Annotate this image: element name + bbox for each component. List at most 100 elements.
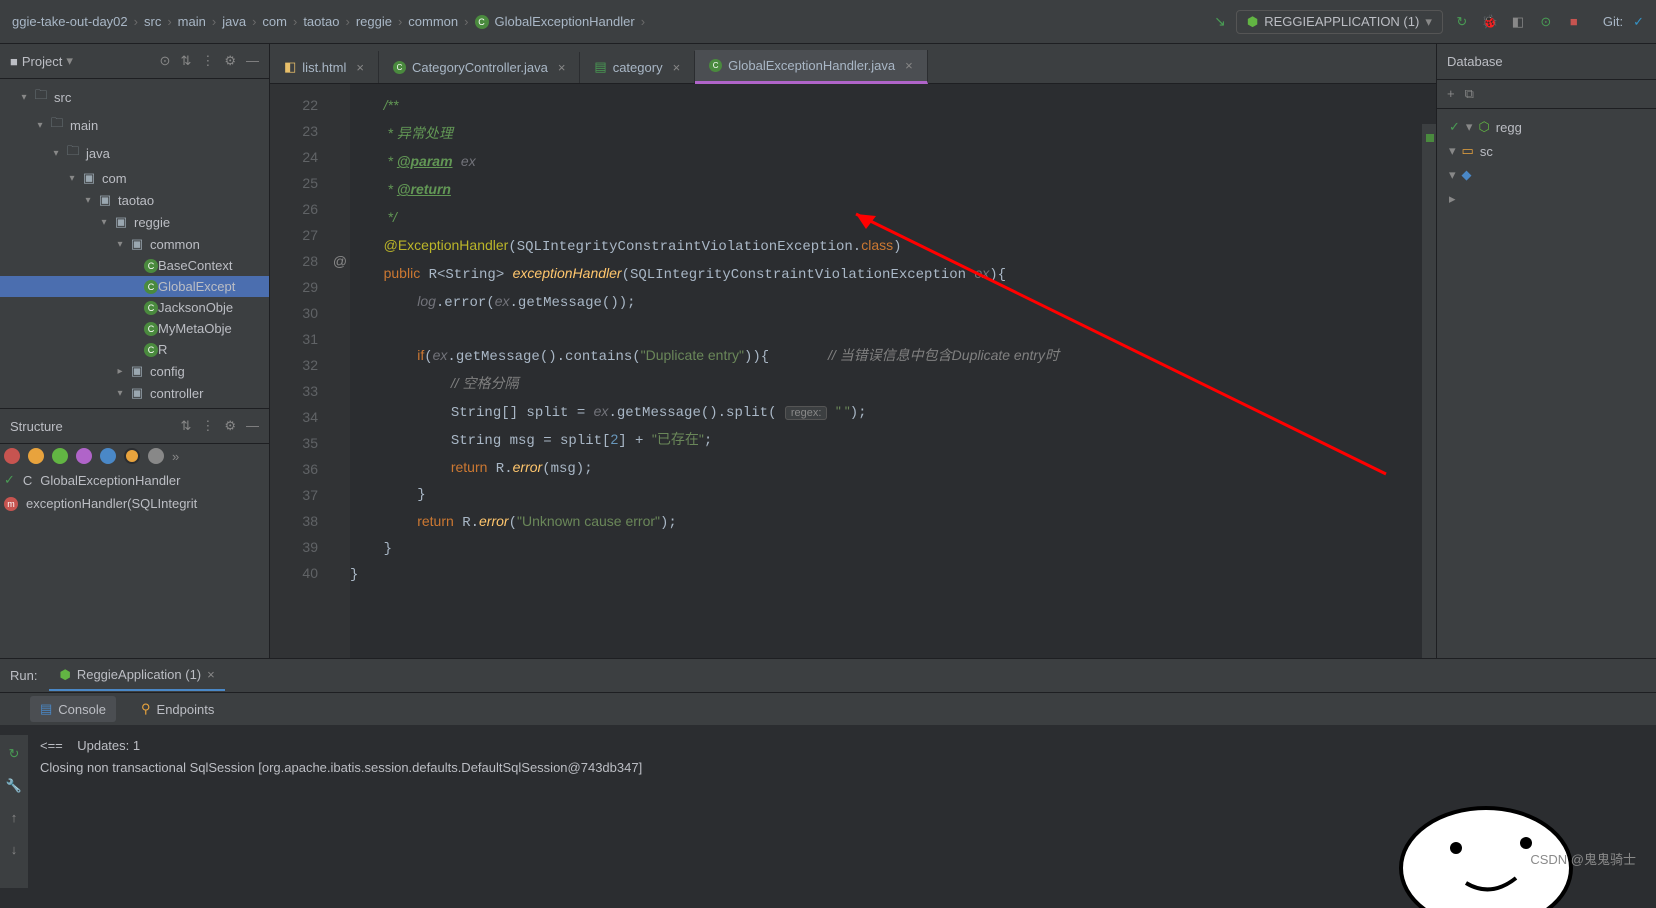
run-icon[interactable]: ↻ bbox=[1453, 13, 1471, 31]
project-tree[interactable]: ▾🗀src▾🗀main▾🗀java▾▣com▾▣taotao▾▣reggie▾▣… bbox=[0, 79, 269, 408]
up-icon[interactable]: ↑ bbox=[11, 807, 18, 829]
breadcrumb-com[interactable]: com bbox=[262, 14, 287, 29]
java-icon: C bbox=[709, 59, 722, 72]
fields-icon[interactable] bbox=[52, 448, 68, 464]
code-content[interactable]: /** * 异常处理 * @param ex * @return */ @Exc… bbox=[350, 84, 1436, 658]
structure-toolbar[interactable]: » bbox=[0, 444, 269, 468]
tree-item-basecontext[interactable]: C BaseContext bbox=[0, 255, 269, 276]
tab-category[interactable]: ▤category× bbox=[580, 51, 695, 83]
project-panel-header: ■ Project ▾ ⊙ ⇅ ⋮ ⚙ — bbox=[0, 44, 269, 79]
class-icon: C bbox=[144, 343, 158, 357]
close-icon[interactable]: × bbox=[905, 58, 913, 73]
anon-icon[interactable] bbox=[100, 448, 116, 464]
expand-all-icon[interactable]: ⇅ bbox=[180, 53, 191, 69]
tree-item-jacksonobje[interactable]: C JacksonObje bbox=[0, 297, 269, 318]
db-collapsed2[interactable]: ▸ bbox=[1443, 187, 1650, 211]
tree-item-com[interactable]: ▾▣com bbox=[0, 167, 269, 189]
package-icon: ▣ bbox=[80, 170, 98, 186]
tree-item-reggie[interactable]: ▾▣reggie bbox=[0, 211, 269, 233]
tab-CategoryController.java[interactable]: CCategoryController.java× bbox=[379, 52, 580, 83]
db-schema[interactable]: ▾▭sc bbox=[1443, 139, 1650, 163]
close-icon[interactable]: × bbox=[558, 60, 566, 75]
structure-class[interactable]: ✓ C GlobalExceptionHandler bbox=[0, 468, 269, 492]
tree-item-taotao[interactable]: ▾▣taotao bbox=[0, 189, 269, 211]
more-icon[interactable] bbox=[148, 448, 164, 464]
breadcrumb-main[interactable]: main bbox=[178, 14, 206, 29]
run-config-selector[interactable]: ⬢ REGGIEAPPLICATION (1) ▾ bbox=[1236, 10, 1443, 34]
collapse-all-icon[interactable]: ⋮ bbox=[201, 53, 214, 69]
method-icon: m bbox=[4, 497, 18, 511]
run-label: Run: bbox=[10, 668, 37, 683]
filter-icon[interactable] bbox=[28, 448, 44, 464]
tree-item-config[interactable]: ▸▣config bbox=[0, 360, 269, 382]
structure-title[interactable]: Structure bbox=[10, 419, 172, 434]
package-icon: ▣ bbox=[96, 192, 114, 208]
java-icon: C bbox=[393, 61, 406, 74]
opts-icon[interactable]: ⋮ bbox=[201, 418, 214, 434]
gear-icon[interactable]: ⚙ bbox=[224, 53, 236, 69]
tree-item-mymetaobje[interactable]: C MyMetaObje bbox=[0, 318, 269, 339]
select-opened-icon[interactable]: ⊙ bbox=[160, 53, 171, 69]
breadcrumb-project[interactable]: ggie-take-out-day02 bbox=[12, 14, 128, 29]
breadcrumb-common[interactable]: common bbox=[408, 14, 458, 29]
database-title[interactable]: Database bbox=[1437, 44, 1656, 80]
tree-item-r[interactable]: C R bbox=[0, 339, 269, 360]
stop-icon[interactable]: ■ bbox=[1565, 13, 1583, 31]
close-icon[interactable]: × bbox=[673, 60, 681, 75]
expand-icon[interactable]: ⇅ bbox=[180, 418, 191, 434]
structure-method[interactable]: m exceptionHandler(SQLIntegrit bbox=[0, 492, 269, 515]
wrench-icon[interactable]: 🔧 bbox=[6, 775, 22, 797]
tree-item-java[interactable]: ▾🗀java bbox=[0, 139, 269, 167]
editor-content[interactable]: 22232425262728293031323334353637383940 @… bbox=[270, 84, 1436, 658]
tree-item-common[interactable]: ▾▣common bbox=[0, 233, 269, 255]
breadcrumb-file[interactable]: GlobalExceptionHandler bbox=[495, 14, 635, 29]
inherited-icon[interactable] bbox=[76, 448, 92, 464]
db-collapsed[interactable]: ▾◆ bbox=[1443, 163, 1650, 187]
close-icon[interactable]: × bbox=[356, 60, 364, 75]
structure-panel: Structure ⇅⋮ ⚙— » ✓ C GlobalExceptionHa bbox=[0, 408, 269, 515]
breadcrumb[interactable]: ggie-take-out-day02 › src› main› java› c… bbox=[12, 14, 1214, 29]
console-tab[interactable]: ▤Console bbox=[30, 696, 116, 722]
class-icon: C bbox=[144, 280, 158, 294]
toolbar-right: ↘ ⬢ REGGIEAPPLICATION (1) ▾ ↻ 🐞 ◧ ⊙ ■ Gi… bbox=[1214, 10, 1644, 34]
project-panel-title[interactable]: ■ Project ▾ bbox=[10, 53, 152, 69]
database-tree[interactable]: ✓▾⬡regg ▾▭sc ▾◆ ▸ bbox=[1437, 109, 1656, 217]
db-item[interactable]: ✓▾⬡regg bbox=[1443, 115, 1650, 139]
breadcrumb-src[interactable]: src bbox=[144, 14, 161, 29]
gear-icon[interactable]: ⚙ bbox=[224, 418, 236, 434]
plus-icon[interactable]: + bbox=[1447, 86, 1455, 102]
scrollbar[interactable] bbox=[1422, 124, 1436, 658]
rerun-icon[interactable]: ↻ bbox=[9, 743, 20, 765]
tree-item-globalexcept[interactable]: C GlobalExcept bbox=[0, 276, 269, 297]
class-icon: C bbox=[23, 473, 32, 488]
table-icon: ▤ bbox=[594, 59, 606, 75]
sort-icon[interactable] bbox=[4, 448, 20, 464]
tree-item-controller[interactable]: ▾▣controller bbox=[0, 382, 269, 404]
build-icon[interactable]: ↘ bbox=[1214, 13, 1226, 30]
gutter-marks: @ bbox=[330, 84, 350, 658]
line-gutter[interactable]: 22232425262728293031323334353637383940 bbox=[270, 84, 330, 658]
run-app-tab[interactable]: ⬢ ReggieApplication (1) × bbox=[49, 661, 224, 691]
down-icon[interactable]: ↓ bbox=[11, 839, 18, 861]
breadcrumb-taotao[interactable]: taotao bbox=[303, 14, 339, 29]
hide-icon[interactable]: — bbox=[246, 53, 259, 69]
tree-item-src[interactable]: ▾🗀src bbox=[0, 83, 269, 111]
endpoints-tab[interactable]: ⚲Endpoints bbox=[131, 696, 224, 722]
class-icon: C bbox=[144, 259, 158, 273]
duplicate-icon[interactable]: ⧉ bbox=[1465, 86, 1474, 102]
git-update-icon[interactable]: ✓ bbox=[1633, 14, 1644, 30]
profile-icon[interactable]: ⊙ bbox=[1537, 13, 1555, 31]
tab-list.html[interactable]: ◧list.html× bbox=[270, 51, 379, 83]
breadcrumb-java[interactable]: java bbox=[222, 14, 246, 29]
class-icon: C bbox=[144, 322, 158, 336]
editor-tabs: ◧list.html×CCategoryController.java×▤cat… bbox=[270, 44, 1436, 84]
hide-icon[interactable]: — bbox=[246, 418, 259, 434]
breadcrumb-reggie[interactable]: reggie bbox=[356, 14, 392, 29]
coverage-icon[interactable]: ◧ bbox=[1509, 13, 1527, 31]
tab-GlobalExceptionHandler.java[interactable]: CGlobalExceptionHandler.java× bbox=[695, 50, 928, 84]
tree-item-main[interactable]: ▾🗀main bbox=[0, 111, 269, 139]
lambda-icon[interactable] bbox=[124, 448, 140, 464]
debug-icon[interactable]: 🐞 bbox=[1481, 13, 1499, 31]
database-toolbar[interactable]: + ⧉ bbox=[1437, 80, 1656, 109]
git-label: Git: bbox=[1603, 14, 1623, 29]
